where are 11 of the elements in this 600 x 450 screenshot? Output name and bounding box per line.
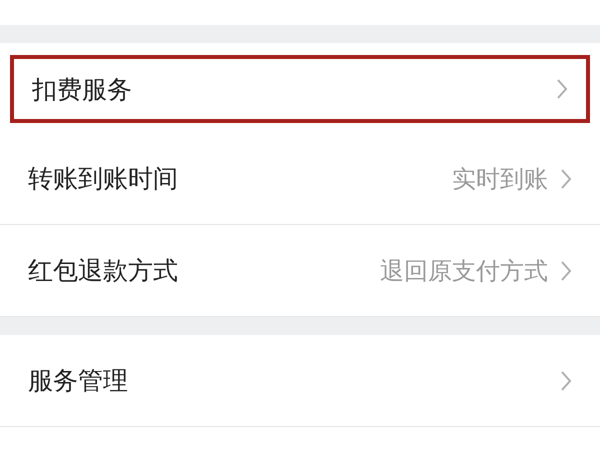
- chevron-icon: [560, 370, 572, 392]
- row-label: 转账到账时间: [28, 163, 178, 195]
- row-label: 扣费服务: [32, 74, 132, 106]
- row-value: 退回原支付方式: [380, 256, 548, 286]
- chevron-icon: [556, 78, 568, 100]
- row-value: 实时到账: [452, 164, 548, 194]
- chevron-icon: [560, 168, 572, 190]
- settings-row[interactable]: 扣费服务: [10, 55, 590, 123]
- row-label: 服务管理: [28, 365, 128, 397]
- row-label: 红包退款方式: [28, 255, 178, 287]
- chevron-icon: [560, 260, 572, 282]
